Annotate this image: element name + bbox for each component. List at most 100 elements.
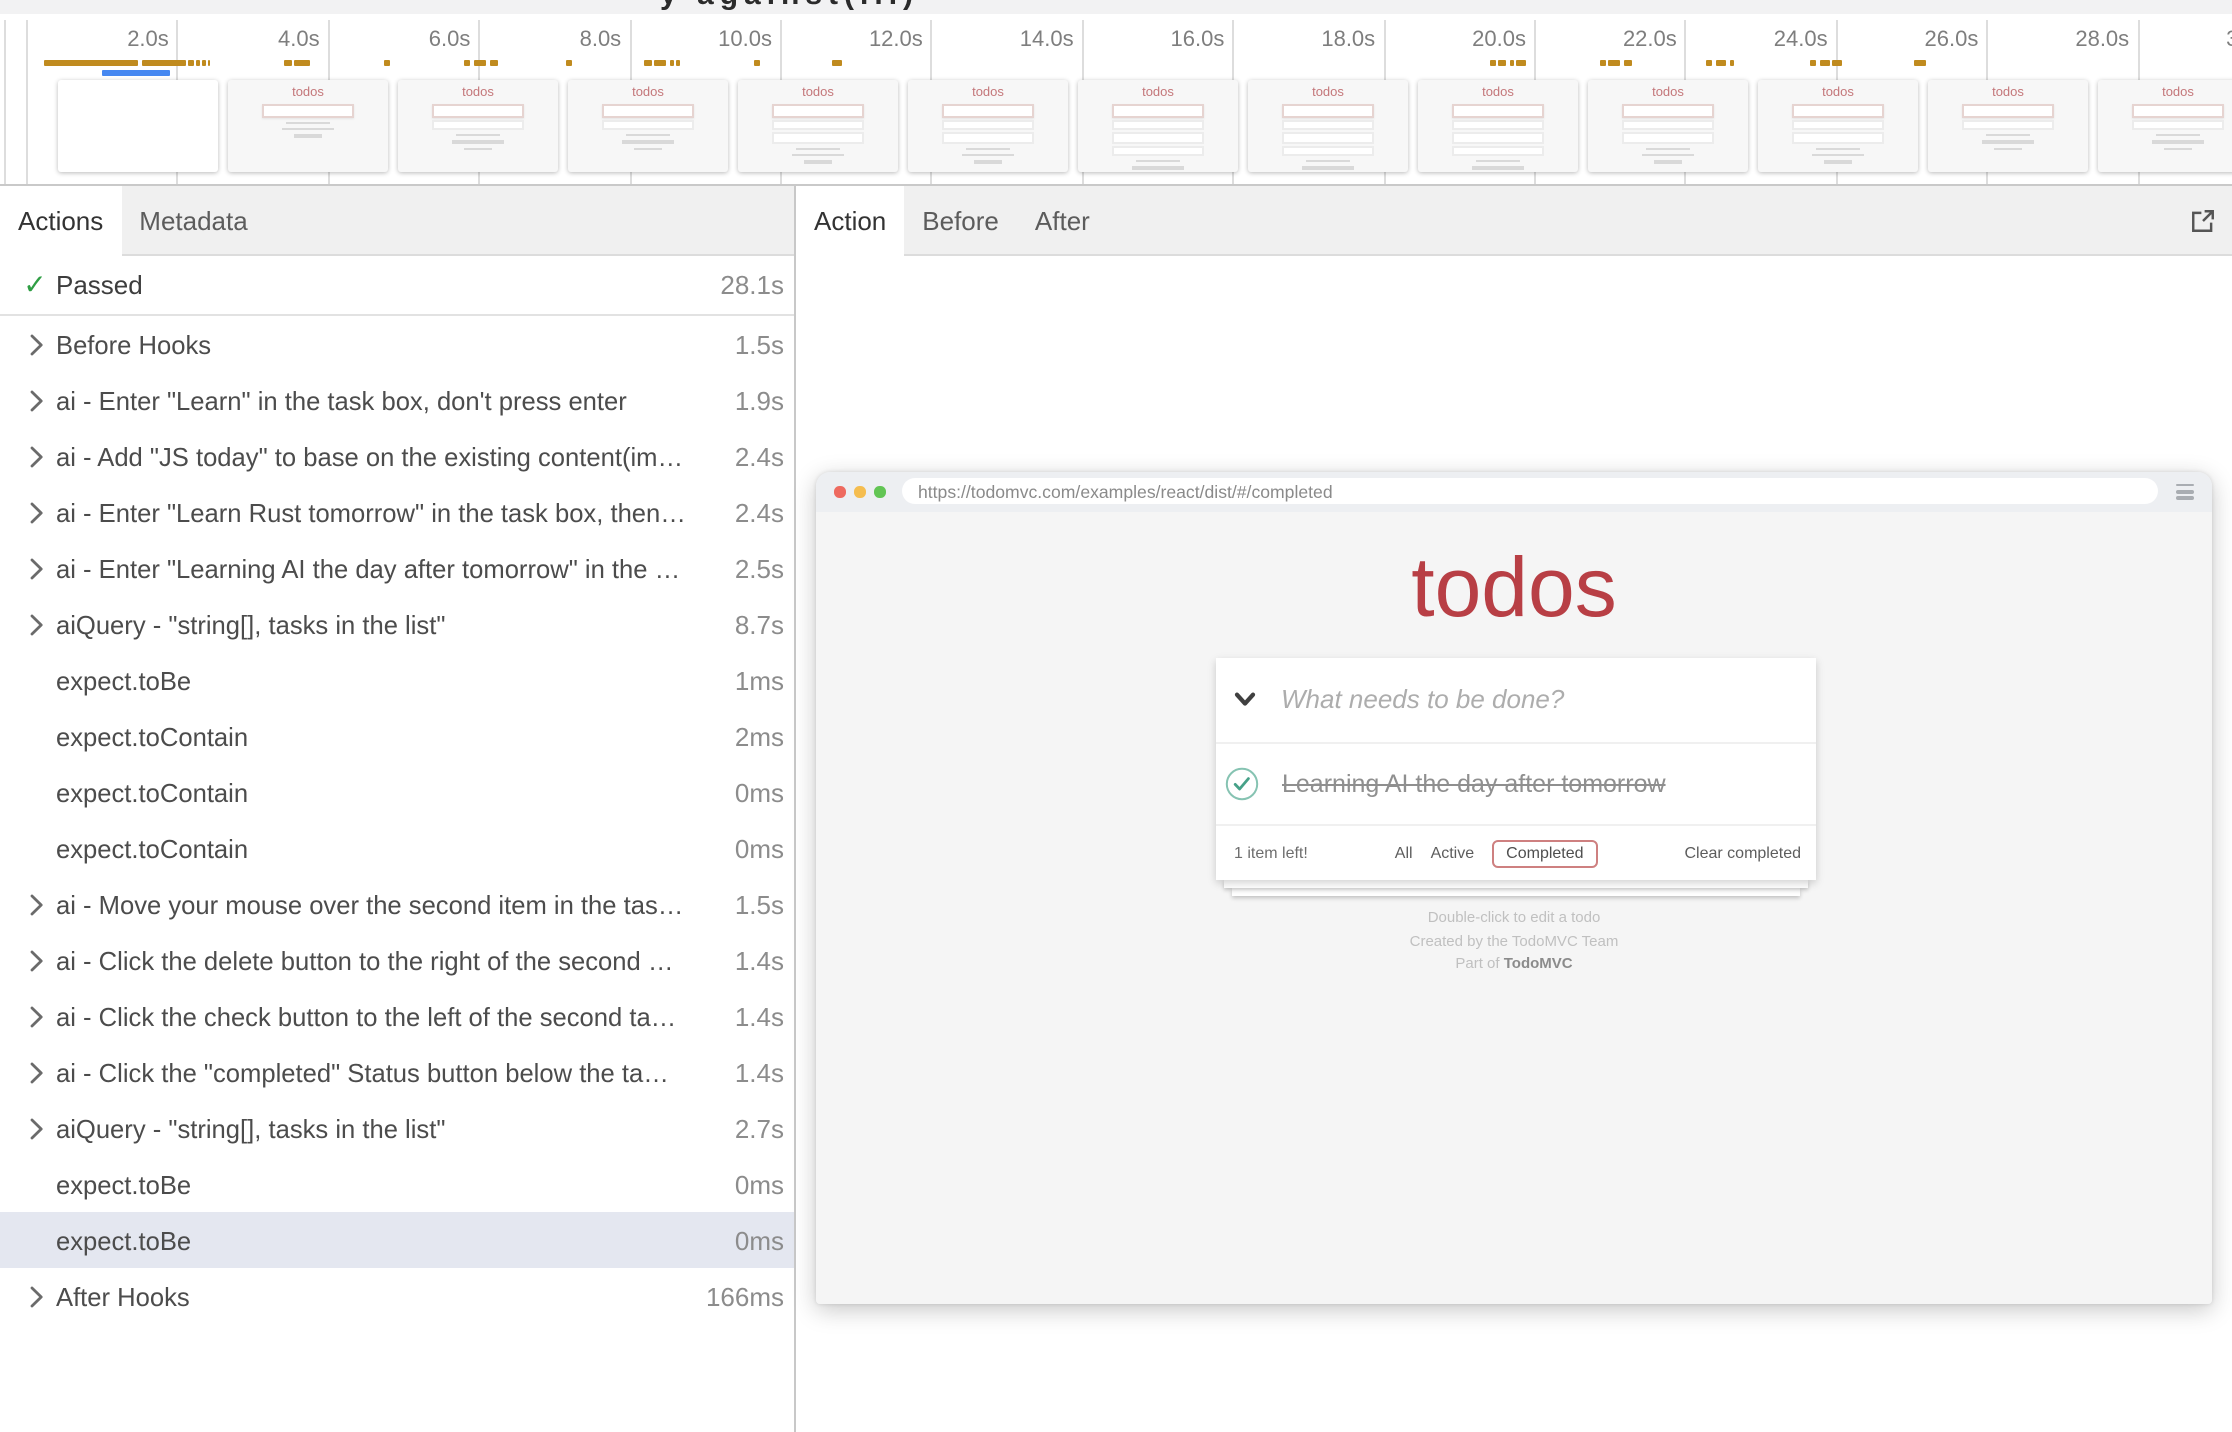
todo-card: What needs to be done? Learning AI the d… bbox=[1215, 657, 1815, 880]
action-duration: 1.5s bbox=[712, 889, 784, 919]
timeline-action-mark bbox=[1705, 59, 1712, 65]
browser-menu-icon[interactable] bbox=[2176, 481, 2194, 503]
filter-completed[interactable]: Completed bbox=[1492, 839, 1597, 867]
main-panels: Actions Metadata ✓ Passed 28.1s Before H… bbox=[0, 186, 2232, 1432]
timeline-action-mark bbox=[655, 59, 666, 65]
action-list-item[interactable]: ai - Enter "Learning AI the day after to… bbox=[0, 540, 794, 596]
expand-chevron[interactable] bbox=[20, 1285, 52, 1307]
filmstrip-thumbnail[interactable]: todos bbox=[1758, 80, 1918, 171]
chevron-right-icon bbox=[29, 1061, 43, 1083]
filmstrip-thumbnail[interactable]: todos bbox=[568, 80, 728, 171]
todo-footer: 1 item left! AllActiveCompleted Clear co… bbox=[1215, 826, 1815, 880]
tab-before[interactable]: Before bbox=[904, 186, 1017, 254]
filmstrip-thumbnail[interactable]: todos bbox=[738, 80, 898, 171]
expand-chevron[interactable] bbox=[20, 557, 52, 579]
timeline-action-mark bbox=[1516, 59, 1525, 65]
mini-footer-lines bbox=[1588, 147, 1748, 163]
action-duration: 2.7s bbox=[712, 1113, 784, 1143]
address-bar[interactable]: https://todomvc.com/examples/react/dist/… bbox=[902, 479, 2158, 505]
action-list-item[interactable]: ai - Click the "completed" Status button… bbox=[0, 1044, 794, 1100]
timeline-action-mark bbox=[284, 59, 292, 65]
action-label: ai - Click the check button to the left … bbox=[56, 1001, 696, 1031]
action-label: expect.toContain bbox=[56, 833, 696, 863]
filter-active[interactable]: Active bbox=[1431, 844, 1475, 862]
action-list-item[interactable]: aiQuery - "string[], tasks in the list"2… bbox=[0, 1100, 794, 1156]
action-list-item[interactable]: expect.toContain0ms bbox=[0, 820, 794, 876]
expand-chevron[interactable] bbox=[20, 389, 52, 411]
new-todo-input[interactable]: What needs to be done? bbox=[1281, 685, 1564, 715]
tab-bar-spacer bbox=[1108, 186, 2178, 254]
action-list-item[interactable]: ai - Enter "Learn Rust tomorrow" in the … bbox=[0, 484, 794, 540]
filter-all[interactable]: All bbox=[1395, 844, 1413, 862]
mini-footer-lines bbox=[1758, 147, 1918, 163]
action-list-item[interactable]: ai - Move your mouse over the second ite… bbox=[0, 876, 794, 932]
todo-item-label[interactable]: Learning AI the day after tomorrow bbox=[1282, 770, 1666, 798]
action-duration: 0ms bbox=[712, 1169, 784, 1199]
action-list-item[interactable]: ai - Add "JS today" to base on the exist… bbox=[0, 428, 794, 484]
expand-chevron[interactable] bbox=[20, 949, 52, 971]
action-list-item[interactable]: ai - Enter "Learn" in the task box, don'… bbox=[0, 372, 794, 428]
timeline-action-mark bbox=[202, 59, 205, 65]
mini-footer-lines bbox=[908, 147, 1068, 163]
actions-list: Before Hooks1.5sai - Enter "Learn" in th… bbox=[0, 316, 794, 1432]
filmstrip-thumbnail[interactable]: todos bbox=[228, 80, 388, 171]
timeline-action-mark bbox=[45, 59, 138, 65]
action-list-item[interactable]: expect.toContain0ms bbox=[0, 764, 794, 820]
mini-input-box bbox=[2132, 103, 2224, 117]
expand-chevron[interactable] bbox=[20, 613, 52, 635]
timeline[interactable]: 2.0s4.0s6.0s8.0s10.0s12.0s14.0s16.0s18.0… bbox=[0, 14, 2232, 186]
todomvc-link[interactable]: TodoMVC bbox=[1504, 954, 1573, 972]
expand-chevron[interactable] bbox=[20, 1117, 52, 1139]
action-list-item[interactable]: expect.toContain2ms bbox=[0, 708, 794, 764]
filmstrip-thumbnail[interactable]: todos bbox=[1418, 80, 1578, 171]
open-snapshot-button[interactable] bbox=[2178, 186, 2226, 254]
timeline-action-mark bbox=[196, 59, 201, 65]
timeline-action-mark bbox=[294, 59, 310, 65]
expand-chevron[interactable] bbox=[20, 445, 52, 467]
action-list-item[interactable]: aiQuery - "string[], tasks in the list"8… bbox=[0, 596, 794, 652]
timeline-gridline bbox=[4, 20, 6, 184]
action-duration: 0ms bbox=[712, 777, 784, 807]
expand-chevron[interactable] bbox=[20, 1005, 52, 1027]
info-line: Double-click to edit a todo bbox=[816, 906, 2212, 929]
tab-after[interactable]: After bbox=[1017, 186, 1108, 254]
filmstrip-thumbnail[interactable]: todos bbox=[1588, 80, 1748, 171]
timeline-tick-label: 20.0s bbox=[1414, 28, 1526, 52]
action-label: ai - Move your mouse over the second ite… bbox=[56, 889, 696, 919]
todo-completed-check-icon[interactable] bbox=[1224, 766, 1260, 802]
action-list-item[interactable]: expect.toBe1ms bbox=[0, 652, 794, 708]
expand-chevron[interactable] bbox=[20, 1061, 52, 1083]
filmstrip-thumbnail[interactable] bbox=[58, 80, 218, 171]
action-list-item[interactable]: Before Hooks1.5s bbox=[0, 316, 794, 372]
tab-actions[interactable]: Actions bbox=[0, 186, 121, 256]
filmstrip-thumbnail[interactable]: todos bbox=[398, 80, 558, 171]
browser-snapshot: https://todomvc.com/examples/react/dist/… bbox=[816, 471, 2212, 1303]
chevron-down-icon bbox=[1234, 692, 1256, 708]
tab-action[interactable]: Action bbox=[796, 186, 904, 256]
clear-completed-button[interactable]: Clear completed bbox=[1685, 844, 1802, 862]
mini-input-box bbox=[262, 103, 354, 117]
filmstrip-thumbnail[interactable]: todos bbox=[1248, 80, 1408, 171]
timeline-action-mark bbox=[1715, 59, 1726, 65]
filmstrip-thumbnail[interactable]: todos bbox=[908, 80, 1068, 171]
filmstrip-thumbnail[interactable]: todos bbox=[1928, 80, 2088, 171]
timeline-action-mark bbox=[141, 59, 185, 65]
action-list-item[interactable]: expect.toBe0ms bbox=[0, 1212, 794, 1268]
expand-chevron[interactable] bbox=[20, 501, 52, 523]
timeline-tick-label: 6.0s bbox=[358, 28, 470, 52]
mini-todo-row bbox=[1452, 132, 1544, 143]
expand-chevron[interactable] bbox=[20, 893, 52, 915]
toggle-all-button[interactable] bbox=[1231, 692, 1259, 708]
action-list-item[interactable]: expect.toBe0ms bbox=[0, 1156, 794, 1212]
filmstrip-thumbnail[interactable]: todos bbox=[2098, 80, 2232, 171]
timeline-tick-label: 28.0s bbox=[2017, 28, 2129, 52]
action-label: expect.toBe bbox=[56, 1225, 696, 1255]
expand-chevron[interactable] bbox=[20, 333, 52, 355]
filmstrip-thumbnail[interactable]: todos bbox=[1078, 80, 1238, 171]
tab-metadata[interactable]: Metadata bbox=[121, 186, 265, 254]
action-list-item[interactable]: ai - Click the check button to the left … bbox=[0, 988, 794, 1044]
snapshot-panel: Action Before After https://todomvc. bbox=[796, 186, 2232, 1432]
action-list-item[interactable]: ai - Click the delete button to the righ… bbox=[0, 932, 794, 988]
action-list-item[interactable]: After Hooks166ms bbox=[0, 1268, 794, 1324]
timeline-action-mark bbox=[833, 59, 842, 65]
